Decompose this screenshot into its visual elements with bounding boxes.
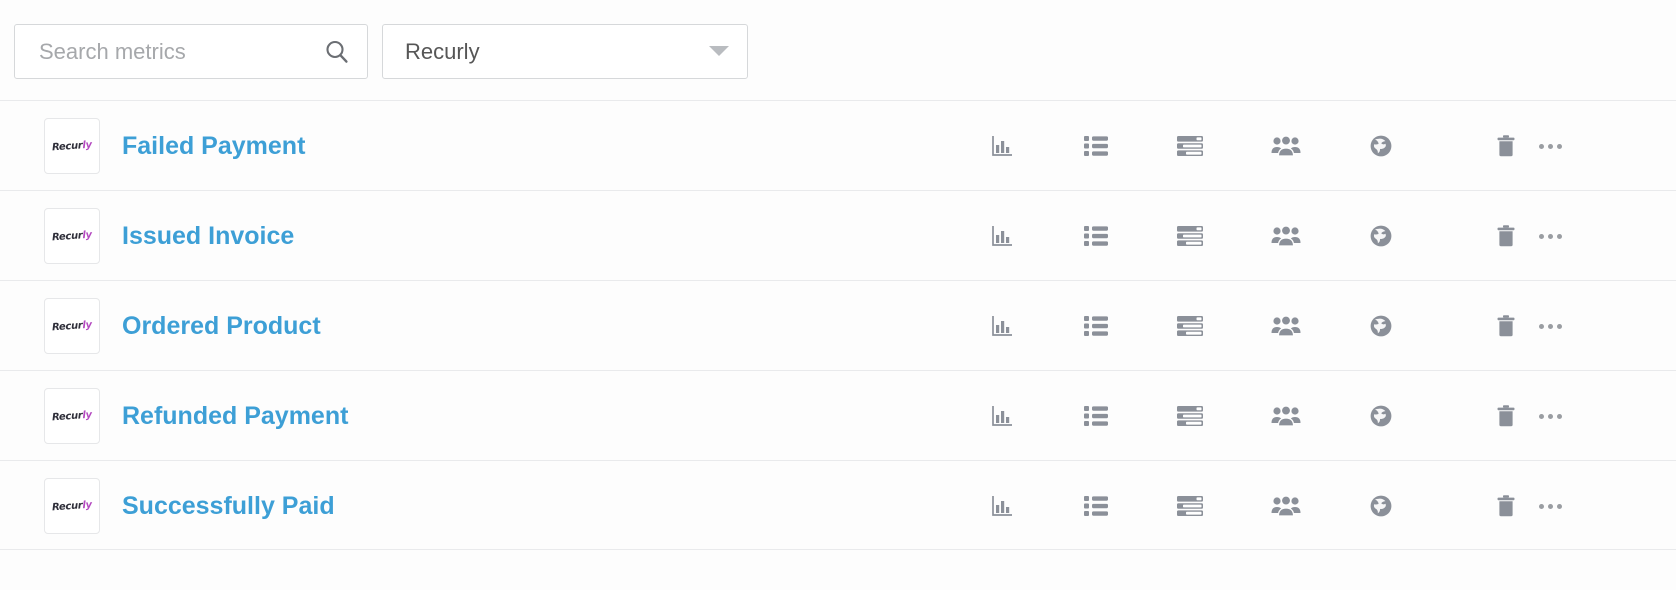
metric-name-link[interactable]: Failed Payment [122, 101, 305, 191]
bar-chart-icon[interactable] [985, 490, 1019, 522]
brand-logo-tile: Recurly [44, 298, 100, 354]
people-group-icon[interactable] [1269, 310, 1303, 342]
brand-logo-tile: Recurly [44, 118, 100, 174]
globe-icon[interactable] [1364, 220, 1398, 252]
list-icon[interactable] [1079, 220, 1113, 252]
list-icon[interactable] [1079, 490, 1113, 522]
ellipsis-icon[interactable] [1533, 490, 1567, 522]
brand-logo-tile: Recurly [44, 388, 100, 444]
server-stack-icon[interactable] [1173, 130, 1207, 162]
bar-chart-icon[interactable] [985, 400, 1019, 432]
recurly-logo-icon: Recurly [45, 299, 99, 353]
globe-icon[interactable] [1364, 130, 1398, 162]
logo-text-main: Recur [52, 320, 83, 333]
recurly-logo-icon: Recurly [45, 209, 99, 263]
server-stack-icon[interactable] [1173, 490, 1207, 522]
search-box[interactable] [14, 24, 368, 79]
logo-text-main: Recur [52, 230, 83, 243]
logo-text-tail: ly [82, 409, 92, 421]
people-group-icon[interactable] [1269, 130, 1303, 162]
table-row[interactable]: Recurly Issued Invoice [0, 190, 1676, 280]
globe-icon[interactable] [1364, 310, 1398, 342]
people-group-icon[interactable] [1269, 220, 1303, 252]
logo-text-tail: ly [82, 319, 92, 331]
toolbar: Recurly [0, 0, 1676, 100]
logo-text-main: Recur [52, 500, 83, 513]
recurly-logo-icon: Recurly [45, 479, 99, 533]
metrics-page: Recurly Recurly Failed Payment [0, 0, 1676, 590]
brand-logo-tile: Recurly [44, 478, 100, 534]
recurly-logo-icon: Recurly [45, 389, 99, 443]
metric-name-link[interactable]: Ordered Product [122, 281, 321, 371]
logo-text-main: Recur [52, 410, 83, 423]
logo-text-tail: ly [82, 229, 92, 241]
metrics-table: Recurly Failed Payment [0, 100, 1676, 550]
trash-icon[interactable] [1489, 490, 1523, 522]
logo-text-tail: ly [82, 139, 92, 151]
metric-name-link[interactable]: Issued Invoice [122, 191, 294, 281]
globe-icon[interactable] [1364, 490, 1398, 522]
bar-chart-icon[interactable] [985, 310, 1019, 342]
globe-icon[interactable] [1364, 400, 1398, 432]
brand-logo-tile: Recurly [44, 208, 100, 264]
server-stack-icon[interactable] [1173, 220, 1207, 252]
server-stack-icon[interactable] [1173, 310, 1207, 342]
list-icon[interactable] [1079, 400, 1113, 432]
list-icon[interactable] [1079, 310, 1113, 342]
list-icon[interactable] [1079, 130, 1113, 162]
people-group-icon[interactable] [1269, 400, 1303, 432]
people-group-icon[interactable] [1269, 490, 1303, 522]
source-filter-select[interactable]: Recurly [382, 24, 748, 79]
table-row[interactable]: Recurly Failed Payment [0, 100, 1676, 190]
trash-icon[interactable] [1489, 310, 1523, 342]
search-icon[interactable] [323, 38, 351, 66]
ellipsis-icon[interactable] [1533, 400, 1567, 432]
metric-name-link[interactable]: Refunded Payment [122, 371, 348, 461]
recurly-logo-icon: Recurly [45, 119, 99, 173]
trash-icon[interactable] [1489, 220, 1523, 252]
server-stack-icon[interactable] [1173, 400, 1207, 432]
logo-text-main: Recur [52, 140, 83, 153]
trash-icon[interactable] [1489, 130, 1523, 162]
bar-chart-icon[interactable] [985, 220, 1019, 252]
metric-name-link[interactable]: Successfully Paid [122, 461, 335, 551]
trash-icon[interactable] [1489, 400, 1523, 432]
ellipsis-icon[interactable] [1533, 310, 1567, 342]
table-row[interactable]: Recurly Successfully Paid [0, 460, 1676, 550]
chevron-down-icon[interactable] [709, 46, 729, 56]
bar-chart-icon[interactable] [985, 130, 1019, 162]
table-row[interactable]: Recurly Refunded Payment [0, 370, 1676, 460]
ellipsis-icon[interactable] [1533, 220, 1567, 252]
ellipsis-icon[interactable] [1533, 130, 1567, 162]
source-filter-value: Recurly [405, 25, 480, 78]
logo-text-tail: ly [82, 499, 92, 511]
table-row[interactable]: Recurly Ordered Product [0, 280, 1676, 370]
search-input[interactable] [15, 25, 315, 78]
